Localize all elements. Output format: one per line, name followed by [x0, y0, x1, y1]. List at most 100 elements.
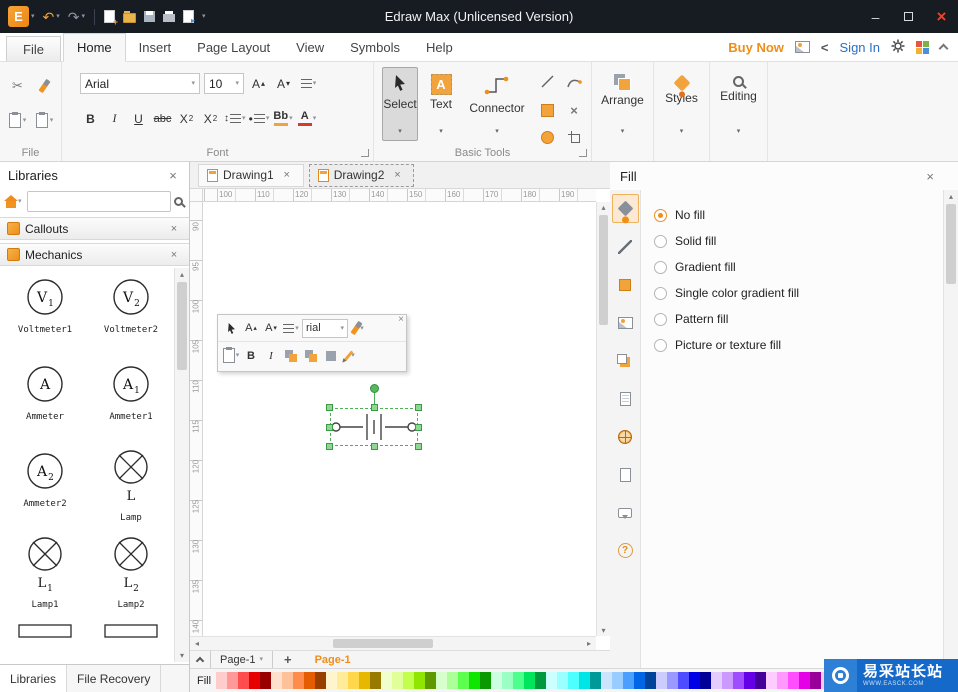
buy-now-link[interactable]: Buy Now	[728, 40, 784, 55]
scroll-right-icon[interactable]: ▸	[582, 637, 596, 650]
fill-option-single-color-gradient-fill[interactable]: Single color gradient fill	[654, 286, 799, 300]
selection-handle-w[interactable]	[326, 423, 333, 431]
styles-button[interactable]: Styles ▾	[656, 67, 708, 141]
color-swatch[interactable]	[271, 672, 283, 689]
mini-shape-style-button[interactable]	[302, 346, 320, 366]
library-section-callouts[interactable]: Callouts ×	[0, 217, 189, 240]
color-swatch[interactable]	[502, 672, 514, 689]
color-swatch[interactable]	[282, 672, 294, 689]
color-swatch[interactable]	[535, 672, 547, 689]
fill-option-picture-or-texture-fill[interactable]: Picture or texture fill	[654, 338, 799, 352]
italic-button[interactable]: I	[104, 108, 125, 129]
mini-italic-button[interactable]: I	[262, 346, 280, 366]
color-swatch[interactable]	[480, 672, 492, 689]
tab-view[interactable]: View	[283, 33, 337, 61]
shadow-tool-icon[interactable]	[612, 346, 639, 375]
color-swatch[interactable]	[601, 672, 613, 689]
library-home-button[interactable]: ▾	[4, 194, 24, 210]
fill-option-no-fill[interactable]: No fill	[654, 208, 799, 222]
mini-bold-button[interactable]: B	[242, 346, 260, 366]
underline-button[interactable]: U	[128, 108, 149, 129]
fill-tool-icon[interactable]	[611, 194, 639, 223]
close-drawing2-button[interactable]: ×	[389, 169, 405, 181]
library-symbol-ammeter1[interactable]: A 1 Ammeter1	[108, 357, 154, 444]
color-swatch[interactable]	[777, 672, 789, 689]
color-swatch[interactable]	[810, 672, 822, 689]
select-tool-button[interactable]: Select ▾	[382, 67, 418, 141]
bullets-button[interactable]: • ▾	[249, 108, 270, 129]
format-painter-button[interactable]	[35, 76, 55, 96]
color-swatch[interactable]	[623, 672, 635, 689]
text-tool-button[interactable]: A Text ▾	[422, 67, 460, 141]
app-menu-button[interactable]: E ▾	[5, 4, 38, 29]
tab-page-layout[interactable]: Page Layout	[184, 33, 283, 61]
doc-tab-drawing1[interactable]: Drawing1 ×	[198, 163, 304, 187]
close-fill-panel-button[interactable]: ×	[926, 169, 934, 184]
share-icon[interactable]: <	[821, 40, 829, 55]
bottom-tab-libraries[interactable]: Libraries	[0, 665, 68, 692]
scrollbar-thumb[interactable]	[177, 282, 187, 370]
library-symbol-rect[interactable]	[103, 618, 159, 662]
strikethrough-button[interactable]: abc	[152, 108, 173, 129]
hyperlink-tool-icon[interactable]	[612, 422, 639, 451]
subscript-button[interactable]: X2	[176, 108, 197, 129]
tab-home[interactable]: Home	[62, 33, 126, 62]
font-dialog-launcher[interactable]	[361, 149, 369, 157]
connector-tool-button[interactable]: Connector ▾	[464, 67, 530, 141]
mini-toolbar-close-button[interactable]: ×	[398, 314, 404, 325]
mini-decrease-font-button[interactable]: A ▾	[262, 318, 280, 338]
color-swatch[interactable]	[260, 672, 272, 689]
selection-handle-e[interactable]	[415, 423, 422, 431]
page-tool-icon[interactable]	[612, 384, 639, 413]
font-color-button[interactable]: A ▾	[297, 108, 318, 129]
color-swatch[interactable]	[293, 672, 305, 689]
color-swatch[interactable]	[634, 672, 646, 689]
selection-handle-nw[interactable]	[326, 404, 333, 411]
rotation-handle[interactable]	[369, 384, 379, 393]
mini-shape-fill-button[interactable]	[282, 346, 300, 366]
canvas-vertical-scrollbar[interactable]: ▴ ▾	[596, 202, 610, 636]
scroll-up-icon[interactable]: ▴	[597, 203, 610, 212]
selection-handle-s[interactable]	[370, 443, 378, 450]
library-scrollbar[interactable]: ▴ ▾	[174, 268, 189, 662]
color-swatch[interactable]	[370, 672, 382, 689]
color-swatch[interactable]	[469, 672, 481, 689]
rectangle-tool-button[interactable]	[537, 100, 557, 120]
color-swatch[interactable]	[304, 672, 316, 689]
superscript-button[interactable]: X2	[200, 108, 221, 129]
mini-select-button[interactable]	[222, 318, 240, 338]
color-swatch[interactable]	[238, 672, 250, 689]
close-mechanics-button[interactable]: ×	[166, 249, 182, 261]
mini-format-painter-button[interactable]: ▾	[350, 318, 368, 338]
color-swatch[interactable]	[744, 672, 756, 689]
library-symbol-ammeter[interactable]: A Ammeter	[22, 357, 68, 444]
color-swatch[interactable]	[612, 672, 624, 689]
scrollbar-thumb[interactable]	[946, 204, 956, 284]
color-swatch[interactable]	[216, 672, 228, 689]
selection-handle-n[interactable]	[370, 404, 378, 411]
minimize-button[interactable]: –	[859, 0, 892, 33]
export-button[interactable]	[180, 8, 197, 25]
apps-grid-icon[interactable]	[916, 40, 929, 54]
color-swatch[interactable]	[392, 672, 404, 689]
shape-tool-icon[interactable]	[612, 270, 639, 299]
close-libraries-panel-button[interactable]: ×	[165, 168, 181, 183]
arc-tool-button[interactable]	[564, 73, 584, 93]
drawing-canvas[interactable]: A ▴ A ▾ ▾ rial ▾ ▾ × ▾ B I ▾	[203, 202, 596, 636]
open-button[interactable]	[120, 8, 139, 25]
color-swatch[interactable]	[403, 672, 415, 689]
color-swatch[interactable]	[733, 672, 745, 689]
document-tool-icon[interactable]	[612, 460, 639, 489]
comment-tool-icon[interactable]	[612, 498, 639, 527]
decrease-font-size-button[interactable]: A ▾	[273, 73, 294, 94]
scroll-up-icon[interactable]: ▴	[944, 192, 958, 201]
line-tool-icon[interactable]	[612, 232, 639, 261]
color-swatch[interactable]	[788, 672, 800, 689]
close-callouts-button[interactable]: ×	[166, 223, 182, 235]
color-swatch[interactable]	[249, 672, 261, 689]
settings-gear-icon[interactable]	[891, 39, 905, 56]
color-swatch[interactable]	[315, 672, 327, 689]
current-page-tab[interactable]: Page-1	[303, 654, 363, 666]
library-symbol-lamp2[interactable]: L 2 Lamp2	[108, 531, 154, 618]
color-swatch[interactable]	[414, 672, 426, 689]
